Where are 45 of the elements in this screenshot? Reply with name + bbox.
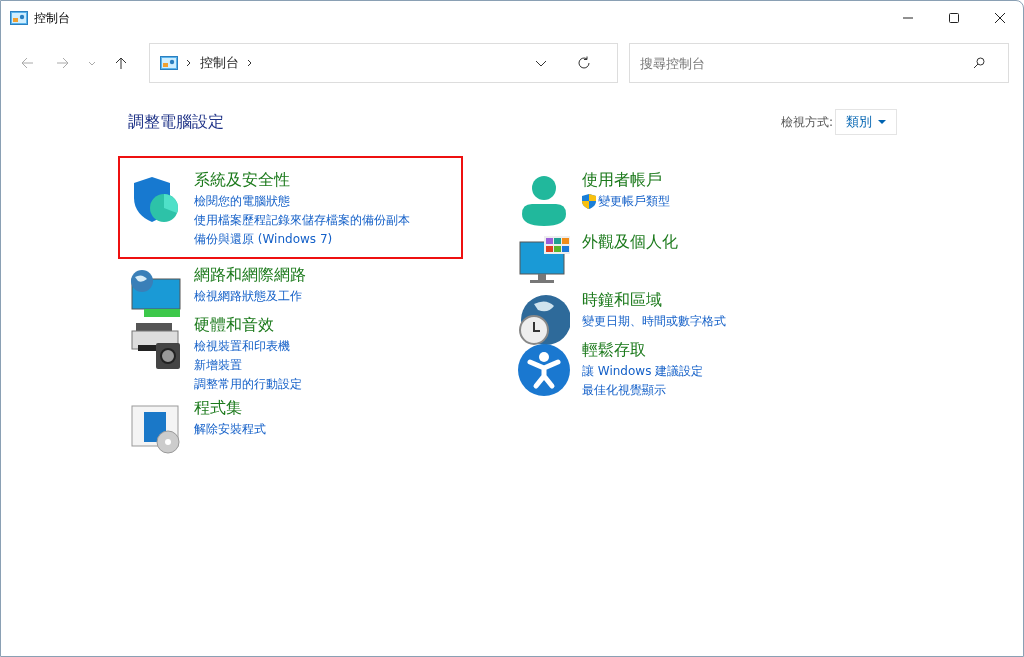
window-title: 控制台 bbox=[34, 9, 70, 27]
task-link[interactable]: 最佳化視覺顯示 bbox=[582, 381, 666, 400]
chevron-down-icon bbox=[88, 60, 96, 66]
category-link[interactable]: 時鐘和區域 bbox=[582, 288, 726, 312]
task-link[interactable]: 變更帳戶類型 bbox=[598, 192, 670, 211]
accessibility-icon bbox=[518, 344, 570, 396]
task-link[interactable]: 變更日期、時間或數字格式 bbox=[582, 312, 726, 331]
task-link[interactable]: 使用檔案歷程記錄來儲存檔案的備份副本 bbox=[194, 211, 410, 230]
control-panel-icon bbox=[160, 56, 178, 70]
category-link[interactable]: 外觀及個人化 bbox=[582, 230, 678, 254]
address-bar[interactable]: 控制台 bbox=[149, 43, 618, 83]
task-link[interactable]: 檢閱您的電腦狀態 bbox=[194, 192, 290, 211]
task-link[interactable]: 檢視網路狀態及工作 bbox=[194, 287, 302, 306]
search-field[interactable]: 搜尋控制台 bbox=[629, 43, 1009, 83]
programs-disc-icon bbox=[130, 402, 182, 454]
back-arrow-icon bbox=[20, 57, 34, 69]
maximize-icon bbox=[948, 12, 960, 24]
category-link[interactable]: 網路和網際網路 bbox=[194, 263, 306, 287]
task-link[interactable]: 新增裝置 bbox=[194, 356, 242, 375]
chevron-icon bbox=[186, 59, 192, 67]
page-heading: 調整電腦設定 bbox=[128, 111, 224, 133]
chevron-icon bbox=[247, 59, 253, 67]
forward-arrow-icon bbox=[56, 57, 70, 69]
category-link[interactable]: 程式集 bbox=[194, 396, 266, 420]
category-link[interactable]: 使用者帳戶 bbox=[582, 168, 670, 192]
task-link[interactable]: 備份與還原 (Windows 7) bbox=[194, 230, 333, 249]
up-arrow-icon bbox=[115, 56, 127, 70]
search-icon bbox=[973, 57, 985, 69]
task-link[interactable]: 檢視裝置和印表機 bbox=[194, 337, 290, 356]
breadcrumb-item[interactable]: 控制台 bbox=[200, 54, 239, 72]
task-link[interactable]: 讓 Windows 建議設定 bbox=[582, 362, 704, 381]
category-link[interactable]: 系統及安全性 bbox=[194, 168, 410, 192]
uac-shield-icon bbox=[582, 194, 596, 209]
close-icon bbox=[994, 12, 1006, 24]
view-by-dropdown[interactable]: 類別 bbox=[835, 109, 897, 135]
category-link[interactable]: 輕鬆存取 bbox=[582, 338, 704, 362]
view-by-label: 檢視方式: bbox=[780, 113, 833, 131]
task-link[interactable]: 調整常用的行動設定 bbox=[194, 375, 302, 394]
caret-icon bbox=[878, 120, 886, 124]
refresh-icon[interactable] bbox=[577, 56, 591, 70]
dropdown-chevron-icon[interactable] bbox=[535, 59, 547, 67]
task-link[interactable]: 解除安裝程式 bbox=[194, 420, 266, 439]
control-panel-icon bbox=[10, 11, 28, 25]
globe-clock-icon bbox=[518, 294, 570, 346]
category-link[interactable]: 硬體和音效 bbox=[194, 313, 302, 337]
